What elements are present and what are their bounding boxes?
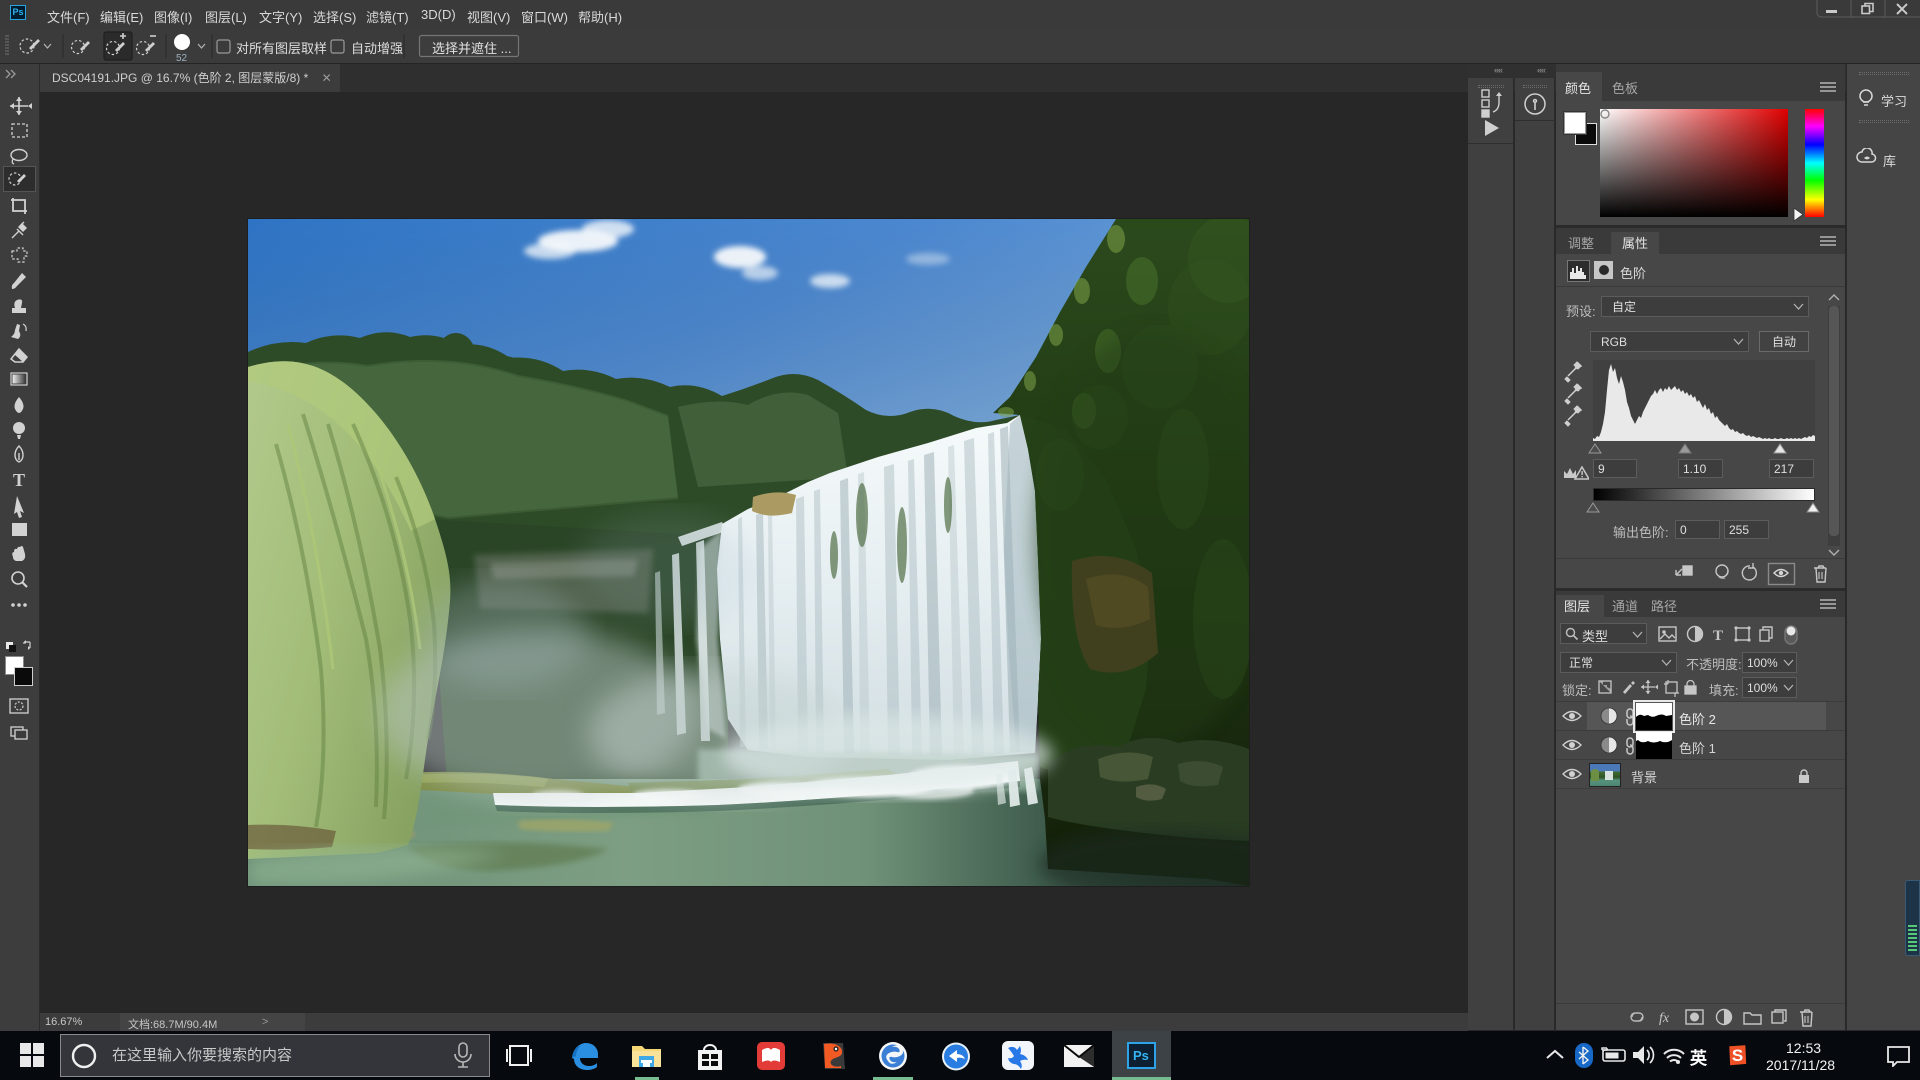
- svg-text:T: T: [1713, 628, 1723, 644]
- svg-text:S: S: [1732, 1046, 1743, 1065]
- svg-text:52: 52: [176, 53, 188, 64]
- svg-text:T: T: [13, 470, 25, 490]
- svg-text:fx: fx: [1659, 1011, 1670, 1026]
